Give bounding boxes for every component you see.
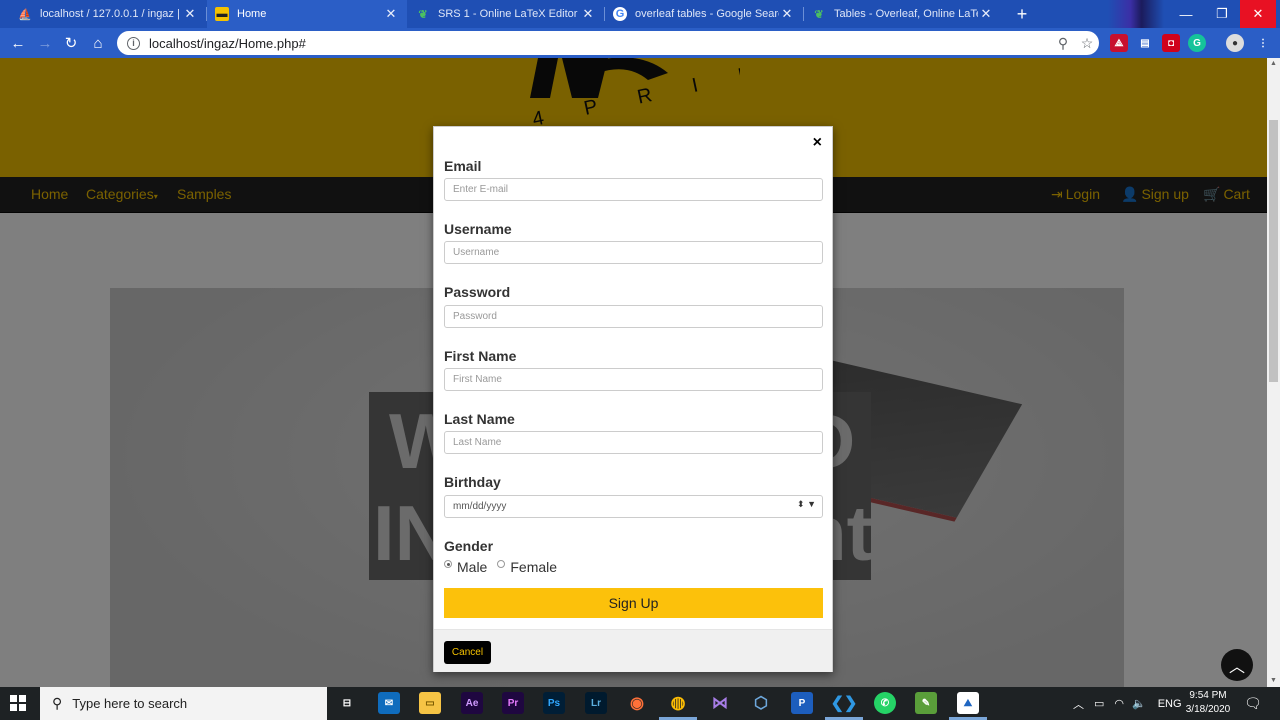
last-name-label: Last Name: [444, 411, 515, 427]
gender-radio-group: Male Female: [444, 559, 557, 575]
notepad-plus-icon[interactable]: ✎: [915, 692, 937, 714]
browser-tab-strip: ⛵ localhost / 127.0.0.1 / ingaz | php ✕ …: [0, 0, 1280, 28]
home-icon[interactable]: ⌂: [87, 33, 109, 53]
bookmark-star-icon[interactable]: ☆: [1075, 35, 1099, 52]
zoom-icon[interactable]: ⚲: [1051, 35, 1075, 52]
scroll-up-icon[interactable]: ▲: [1267, 58, 1280, 70]
visual-studio-icon[interactable]: ⋈: [709, 692, 731, 714]
address-bar[interactable]: i localhost/ingaz/Home.php# ⚲ ☆: [117, 31, 1099, 55]
birthday-label: Birthday: [444, 474, 501, 490]
sign-up-button[interactable]: Sign Up: [444, 588, 823, 618]
overleaf-icon: ❦: [814, 8, 824, 21]
chevron-up-icon: ︿: [1228, 659, 1245, 676]
tab-google-search[interactable]: G overleaf tables - Google Search ✕: [605, 0, 803, 28]
close-tab-icon[interactable]: ✕: [182, 6, 198, 22]
yellow-page-icon: ▬: [215, 7, 229, 21]
close-icon[interactable]: ×: [813, 134, 822, 152]
mail-icon[interactable]: ✉: [378, 692, 400, 714]
tab-overleaf-tables[interactable]: ❦ Tables - Overleaf, Online LaTeX E ✕: [804, 0, 1002, 28]
male-radio[interactable]: [444, 560, 452, 568]
close-tab-icon[interactable]: ✕: [383, 6, 399, 22]
language-indicator[interactable]: ENG: [1158, 698, 1182, 710]
photoshop-icon[interactable]: Ps: [543, 692, 565, 714]
signup-modal: × Email Enter E-mail Username Username P…: [433, 126, 833, 672]
scroll-thumb[interactable]: [1269, 120, 1278, 382]
scroll-to-top-button[interactable]: ︿: [1221, 649, 1253, 681]
forward-arrow-icon[interactable]: →: [34, 33, 56, 53]
file-explorer-icon[interactable]: ▭: [419, 692, 441, 714]
profile-avatar[interactable]: ●: [1226, 34, 1244, 52]
close-tab-icon[interactable]: ✕: [978, 6, 994, 22]
tab-phpmyadmin[interactable]: ⛵ localhost / 127.0.0.1 / ingaz | php ✕: [10, 0, 206, 28]
site-info-icon[interactable]: i: [127, 36, 140, 50]
extension-icon[interactable]: ▤: [1136, 34, 1154, 52]
window-decoration: [1108, 0, 1164, 28]
email-label: Email: [444, 158, 482, 174]
pdf-extension-icon[interactable]: ⟁: [1110, 34, 1128, 52]
grammarly-extension-icon[interactable]: G: [1188, 34, 1206, 52]
photos-icon[interactable]: ⛰: [957, 692, 979, 714]
username-field[interactable]: Username: [444, 241, 823, 264]
vscode-icon[interactable]: ❮❯: [831, 692, 858, 714]
premiere-icon[interactable]: Pr: [502, 692, 524, 714]
first-name-label: First Name: [444, 348, 517, 364]
search-icon: ⚲: [52, 695, 63, 711]
close-tab-icon[interactable]: ✕: [580, 6, 596, 22]
female-label: Female: [510, 559, 558, 575]
date-spinner-icon[interactable]: ⬍ ▼: [797, 499, 816, 510]
battery-icon[interactable]: ▭: [1094, 697, 1104, 710]
3d-box-icon[interactable]: ⬡: [750, 692, 772, 714]
close-window-button[interactable]: ✕: [1240, 0, 1276, 28]
gender-label: Gender: [444, 538, 494, 554]
google-icon: G: [613, 7, 627, 21]
pocket-extension-icon[interactable]: ◘: [1162, 34, 1180, 52]
publisher-icon[interactable]: P: [791, 692, 813, 714]
scroll-down-icon[interactable]: ▼: [1267, 675, 1280, 687]
after-effects-icon[interactable]: Ae: [461, 692, 483, 714]
close-tab-icon[interactable]: ✕: [779, 6, 795, 22]
browser-toolbar: ← → ↻ ⌂ i localhost/ingaz/Home.php# ⚲ ☆: [0, 28, 1280, 58]
lightroom-icon[interactable]: Lr: [585, 692, 607, 714]
cancel-button[interactable]: Cancel: [444, 641, 491, 664]
phpmyadmin-icon: ⛵: [18, 8, 32, 21]
whatsapp-icon[interactable]: ✆: [874, 692, 896, 714]
windows-start-icon[interactable]: [10, 695, 26, 711]
new-tab-button[interactable]: +: [1012, 0, 1032, 28]
birthday-date-field[interactable]: mm/dd/yyyy ⬍ ▼: [444, 495, 823, 518]
female-radio[interactable]: [497, 560, 506, 568]
firefox-icon[interactable]: ◉: [626, 692, 648, 714]
notification-icon[interactable]: 🗨: [1244, 687, 1262, 720]
chrome-icon[interactable]: ◍: [667, 692, 689, 714]
back-arrow-icon[interactable]: ←: [7, 33, 29, 53]
taskbar-search-box[interactable]: ⚲ Type here to search: [40, 687, 327, 720]
url-text[interactable]: localhost/ingaz/Home.php#: [149, 36, 1051, 51]
username-label: Username: [444, 221, 512, 237]
task-view-icon[interactable]: ⊟: [336, 692, 358, 714]
last-name-field[interactable]: Last Name: [444, 431, 823, 454]
first-name-field[interactable]: First Name: [444, 368, 823, 391]
wifi-icon[interactable]: ◠: [1114, 697, 1124, 710]
browser-menu-icon[interactable]: ⋮: [1254, 34, 1272, 52]
email-field[interactable]: Enter E-mail: [444, 178, 823, 201]
volume-icon[interactable]: 🔈: [1132, 697, 1146, 710]
overleaf-icon: ❦: [418, 8, 428, 21]
windows-taskbar: ⚲ Type here to search ⊟ ✉ ▭ Ae Pr Ps Lr …: [0, 687, 1280, 720]
modal-footer: Cancel: [434, 629, 832, 672]
male-label: Male: [457, 559, 488, 575]
reload-icon[interactable]: ↻: [60, 33, 82, 53]
minimize-window-button[interactable]: —: [1168, 0, 1204, 28]
page-scrollbar[interactable]: ▲ ▼: [1267, 58, 1280, 687]
maximize-window-button[interactable]: ❐: [1204, 0, 1240, 28]
clock[interactable]: 9:54 PM 3/18/2020: [1180, 689, 1236, 717]
password-label: Password: [444, 284, 511, 300]
tab-overleaf-srs[interactable]: ❦ SRS 1 - Online LaTeX Editor Over ✕: [408, 0, 604, 28]
system-tray: ︿ ▭ ◠ 🔈 ENG: [1073, 687, 1182, 720]
tab-home[interactable]: ▬ Home ✕: [207, 0, 407, 28]
chevron-up-icon[interactable]: ︿: [1073, 696, 1084, 712]
password-field[interactable]: Password: [444, 305, 823, 328]
